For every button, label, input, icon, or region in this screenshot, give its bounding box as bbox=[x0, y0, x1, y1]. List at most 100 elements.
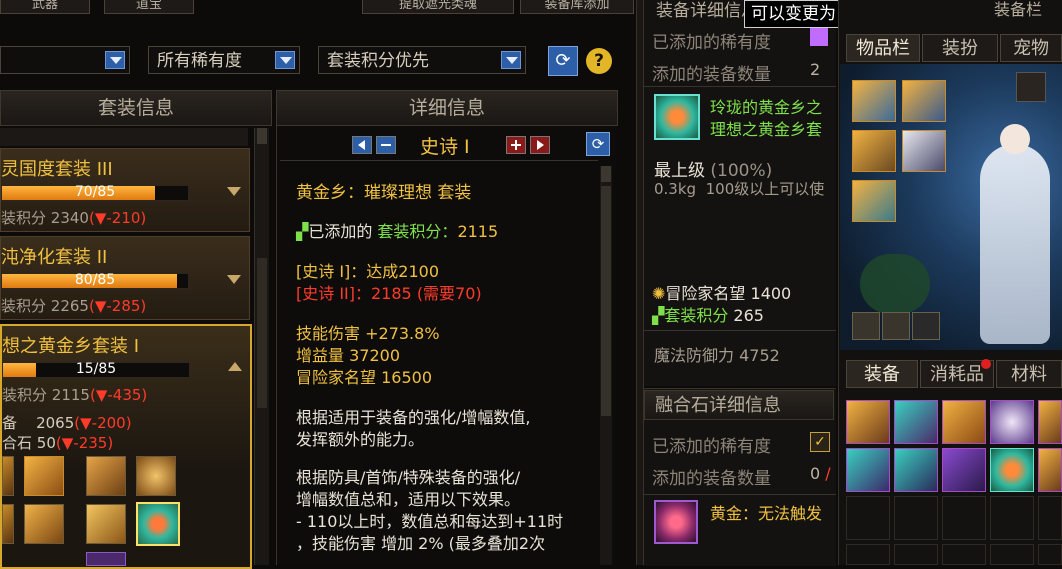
chevron-down-icon bbox=[275, 51, 295, 69]
stat-skill-damage: 技能伤害 +273.8% bbox=[296, 324, 440, 343]
set-points: 装积分 2265(▼-285) bbox=[1, 297, 147, 315]
grade-next-button[interactable] bbox=[530, 136, 550, 154]
category-dropdown[interactable] bbox=[0, 46, 130, 74]
divider bbox=[280, 160, 598, 161]
fusion-item-name: 黄金：无法触发 bbox=[710, 504, 823, 523]
item-partial-icon[interactable] bbox=[86, 552, 126, 566]
refresh-icon[interactable]: ⟳ bbox=[548, 46, 578, 76]
fusion-count-label: 添加的装备数量 bbox=[652, 469, 771, 489]
requirement-epic-2: [史诗 II]：2185 (需要70) bbox=[296, 284, 482, 303]
character-slot-icon[interactable] bbox=[1016, 72, 1046, 102]
stat-buff: 增益量 37200 bbox=[296, 346, 401, 365]
chevron-down-icon bbox=[105, 51, 125, 69]
set-card[interactable]: 沌净化套装 II 80/85 装积分 2265(▼-285) bbox=[0, 236, 250, 320]
chevron-down-icon[interactable] bbox=[227, 275, 241, 284]
inventory-item-icon[interactable] bbox=[942, 400, 986, 444]
equip-slot-icon[interactable] bbox=[2, 504, 14, 544]
tab-inventory[interactable]: 物品栏 bbox=[846, 34, 920, 62]
item-name: 玲珑的黄金乡之 bbox=[710, 98, 823, 117]
refresh-icon[interactable]: ⟳ bbox=[586, 132, 610, 156]
equip-weapon-icon[interactable] bbox=[852, 80, 896, 122]
armor-pants-icon[interactable] bbox=[86, 456, 126, 496]
inventory-item-icon[interactable] bbox=[894, 400, 938, 444]
tab-equipment[interactable]: 装备 bbox=[846, 360, 918, 388]
tab-daobao[interactable]: 道宝 bbox=[104, 0, 194, 14]
grade-plus-button[interactable] bbox=[506, 136, 526, 154]
desc-line: ，技能伤害 增加 2% (最多叠加2次 bbox=[296, 534, 546, 553]
count-value: 2 bbox=[810, 60, 821, 79]
rotate-left-icon[interactable] bbox=[852, 312, 880, 340]
tab-add-equip[interactable]: 装备库添加 bbox=[520, 0, 634, 14]
detail-scrollbar[interactable] bbox=[600, 166, 612, 565]
inventory-empty-slot[interactable] bbox=[1038, 496, 1062, 540]
rotate-right-icon[interactable] bbox=[882, 312, 910, 340]
inventory-item-icon[interactable] bbox=[846, 400, 890, 444]
equip-top-icon[interactable] bbox=[852, 130, 896, 172]
inventory-item-icon[interactable] bbox=[990, 400, 1034, 444]
inventory-item-icon[interactable] bbox=[942, 448, 986, 492]
fusion-header: 融合石详细信息 bbox=[644, 390, 834, 420]
set-progress-bar: 80/85 bbox=[1, 272, 189, 289]
inventory-item-icon[interactable] bbox=[1038, 448, 1062, 492]
necklace-icon[interactable] bbox=[136, 456, 176, 496]
equip-points: 备 2065(▼-200) bbox=[2, 414, 132, 432]
character-icon[interactable] bbox=[912, 312, 940, 340]
inventory-empty-slot[interactable] bbox=[1038, 544, 1062, 565]
set-card[interactable]: 灵国度套装 III 70/85 装积分 2340(▼-210) bbox=[0, 148, 250, 232]
equip-slot-icon[interactable] bbox=[2, 456, 14, 496]
rarity-dropdown[interactable]: 所有稀有度 bbox=[148, 46, 300, 74]
armor-top-icon[interactable] bbox=[24, 456, 64, 496]
grade-minus-button[interactable] bbox=[376, 136, 396, 154]
inventory-item-icon[interactable] bbox=[846, 448, 890, 492]
set-card-selected[interactable]: 想之黄金乡套装 I 15/85 装积分 2115(▼-435) 备 2065(▼… bbox=[0, 324, 252, 569]
chevron-up-icon[interactable] bbox=[228, 362, 242, 371]
tab-materials[interactable]: 材料 bbox=[996, 360, 1062, 388]
inventory-empty-slot[interactable] bbox=[990, 496, 1034, 540]
tab-avatar[interactable]: 装扮 bbox=[922, 34, 998, 62]
inventory-empty-slot[interactable] bbox=[894, 544, 938, 565]
equip-title-icon[interactable] bbox=[902, 80, 946, 122]
inventory-empty-slot[interactable] bbox=[846, 544, 890, 565]
fusion-count: 0 / bbox=[810, 464, 831, 483]
inventory-empty-slot[interactable] bbox=[846, 496, 890, 540]
chevron-down-icon[interactable] bbox=[227, 187, 241, 196]
tab-extract[interactable]: 提取遮光类魂 bbox=[362, 0, 514, 14]
armor-belt-icon[interactable] bbox=[24, 504, 64, 544]
set-list-scrollbar[interactable] bbox=[254, 128, 269, 565]
divider bbox=[644, 330, 836, 331]
inventory-item-icon[interactable] bbox=[894, 448, 938, 492]
ring-icon[interactable] bbox=[654, 94, 700, 140]
fusion-stone-icon[interactable] bbox=[654, 500, 698, 544]
grade-prev-button[interactable] bbox=[352, 136, 372, 154]
sort-dropdown[interactable]: 套装积分优先 bbox=[318, 46, 526, 74]
inventory-empty-slot[interactable] bbox=[942, 544, 986, 565]
set-points-icon: ▞ bbox=[652, 306, 665, 325]
armor-shoes-icon[interactable] bbox=[86, 504, 126, 544]
tab-weapon[interactable]: 武器 bbox=[0, 0, 90, 14]
equip-belt-icon[interactable] bbox=[852, 180, 896, 222]
detail-header: 详细信息 bbox=[276, 90, 618, 126]
setpoint-line: ▞套装积分 265 bbox=[652, 306, 764, 325]
tab-consumables[interactable]: 消耗品 bbox=[920, 359, 994, 388]
desc-line: 增幅数值总和，适用以下效果。 bbox=[296, 490, 521, 509]
set-progress-text: 70/85 bbox=[74, 184, 116, 200]
check-icon[interactable]: ✓ bbox=[810, 432, 830, 452]
ring-icon[interactable] bbox=[136, 502, 180, 546]
inventory-empty-slot[interactable] bbox=[990, 544, 1034, 565]
magic-def-line: 魔法防御力 4752 bbox=[654, 346, 780, 365]
help-icon[interactable]: ? bbox=[586, 48, 612, 74]
desc-line: - 110以上时，数值总和每达到+11时 bbox=[296, 512, 564, 531]
inventory-item-icon[interactable] bbox=[990, 448, 1034, 492]
set-points: 装积分 2115(▼-435) bbox=[2, 386, 148, 404]
desc-line: 发挥额外的能力。 bbox=[296, 430, 425, 449]
rarity-dropdown-value: 所有稀有度 bbox=[157, 51, 242, 71]
tab-pet[interactable]: 宠物 bbox=[1000, 34, 1062, 62]
inventory-item-icon[interactable] bbox=[1038, 400, 1062, 444]
set-progress-bar: 15/85 bbox=[2, 361, 190, 378]
fame-line: ✺冒险家名望 1400 bbox=[652, 284, 792, 303]
inventory-empty-slot[interactable] bbox=[942, 496, 986, 540]
equip-head-icon[interactable] bbox=[902, 130, 946, 172]
character-figure bbox=[980, 144, 1050, 344]
set-progress-text: 15/85 bbox=[75, 361, 117, 377]
inventory-empty-slot[interactable] bbox=[894, 496, 938, 540]
